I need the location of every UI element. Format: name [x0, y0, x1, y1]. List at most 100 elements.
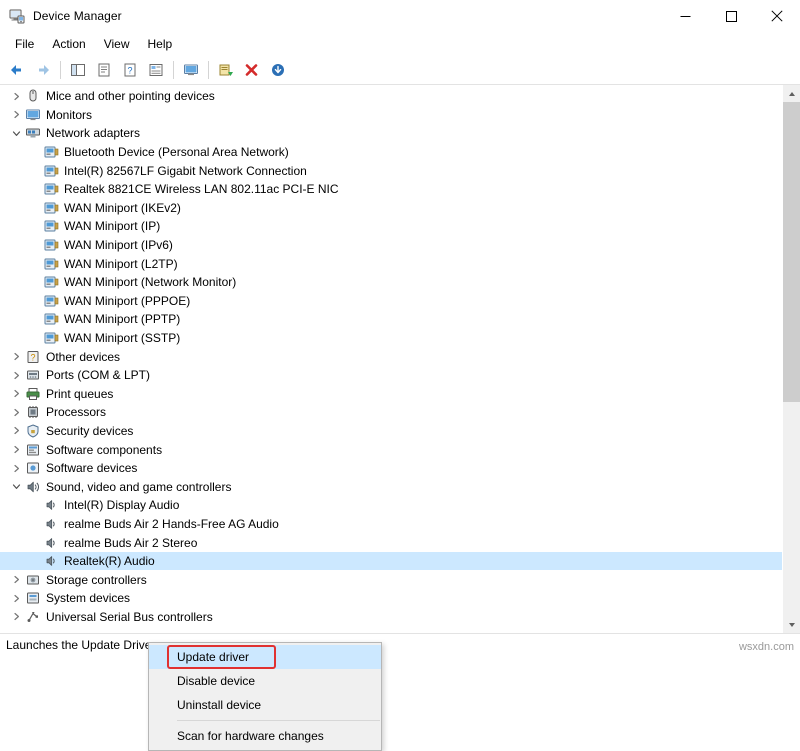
- show-hide-console-tree-button[interactable]: [66, 58, 90, 82]
- device-tree[interactable]: Mice and other pointing devices Monitors N…: [0, 85, 782, 633]
- properties-button[interactable]: [92, 58, 116, 82]
- tree-node-label: Intel(R) Display Audio: [64, 498, 179, 512]
- chevron-right-icon[interactable]: [8, 404, 24, 420]
- content-area: Mice and other pointing devices Monitors N…: [0, 85, 800, 633]
- minimize-button[interactable]: [662, 0, 708, 32]
- tree-node-intel-82567lf[interactable]: Intel(R) 82567LF Gigabit Network Connect…: [0, 161, 782, 180]
- forward-button[interactable]: [31, 58, 55, 82]
- close-button[interactable]: [754, 0, 800, 32]
- chevron-right-icon[interactable]: [8, 590, 24, 606]
- tree-node-label: WAN Miniport (SSTP): [64, 331, 180, 345]
- speaker-icon: [42, 553, 60, 569]
- back-button[interactable]: [5, 58, 29, 82]
- tree-node-wan-netmon[interactable]: WAN Miniport (Network Monitor): [0, 273, 782, 292]
- scroll-down-arrow[interactable]: [783, 616, 800, 633]
- context-menu-item-label: Update driver: [177, 650, 249, 664]
- menu-file[interactable]: File: [6, 34, 43, 54]
- context-menu-update-driver[interactable]: Update driver: [149, 645, 381, 669]
- chevron-right-icon[interactable]: [8, 349, 24, 365]
- tree-node-wan-ikev2[interactable]: WAN Miniport (IKEv2): [0, 199, 782, 218]
- maximize-button[interactable]: [708, 0, 754, 32]
- chevron-right-icon[interactable]: [8, 423, 24, 439]
- view-devices-button[interactable]: [144, 58, 168, 82]
- svg-text:?: ?: [127, 66, 132, 76]
- tree-node-software-devices[interactable]: Software devices: [0, 459, 782, 478]
- tree-node-label: realme Buds Air 2 Hands-Free AG Audio: [64, 517, 279, 531]
- context-menu-scan-hardware[interactable]: Scan for hardware changes: [149, 724, 381, 748]
- scrollbar-thumb[interactable]: [783, 102, 800, 402]
- chevron-right-icon[interactable]: [8, 88, 24, 104]
- tree-node-label: WAN Miniport (L2TP): [64, 257, 178, 271]
- tree-node-realme-stereo[interactable]: realme Buds Air 2 Stereo: [0, 533, 782, 552]
- tree-node-realtek-8821ce[interactable]: Realtek 8821CE Wireless LAN 802.11ac PCI…: [0, 180, 782, 199]
- tree-node-label: Processors: [46, 405, 106, 419]
- context-menu-disable-device[interactable]: Disable device: [149, 669, 381, 693]
- tree-node-label: Intel(R) 82567LF Gigabit Network Connect…: [64, 164, 307, 178]
- disable-device-button[interactable]: [266, 58, 290, 82]
- tree-node-wan-pptp[interactable]: WAN Miniport (PPTP): [0, 310, 782, 329]
- chevron-down-icon[interactable]: [8, 479, 24, 495]
- scroll-up-arrow[interactable]: [783, 85, 800, 102]
- chevron-right-icon[interactable]: [8, 386, 24, 402]
- tree-node-label: WAN Miniport (Network Monitor): [64, 275, 236, 289]
- vertical-scrollbar[interactable]: [782, 85, 800, 633]
- chevron-right-icon[interactable]: [8, 442, 24, 458]
- chevron-right-icon[interactable]: [8, 460, 24, 476]
- tree-node-wan-pppoe[interactable]: WAN Miniport (PPPOE): [0, 292, 782, 311]
- tree-node-wan-ipv6[interactable]: WAN Miniport (IPv6): [0, 236, 782, 255]
- scrollbar-track[interactable]: [783, 102, 800, 616]
- tree-node-storage-controllers[interactable]: Storage controllers: [0, 570, 782, 589]
- scan-hardware-button[interactable]: [179, 58, 203, 82]
- tree-node-network-adapters[interactable]: Network adapters: [0, 124, 782, 143]
- tree-node-label: Software components: [46, 443, 162, 457]
- tree-node-sound-video-game[interactable]: Sound, video and game controllers: [0, 477, 782, 496]
- chevron-right-icon[interactable]: [8, 367, 24, 383]
- tree-node-label: Monitors: [46, 108, 92, 122]
- tree-node-system-devices[interactable]: System devices: [0, 589, 782, 608]
- tree-node-software-components[interactable]: Software components: [0, 440, 782, 459]
- tree-node-label: Realtek 8821CE Wireless LAN 802.11ac PCI…: [64, 182, 339, 196]
- tree-node-other-devices[interactable]: ?Other devices: [0, 347, 782, 366]
- chevron-right-icon[interactable]: [8, 572, 24, 588]
- tree-node-intel-display-audio[interactable]: Intel(R) Display Audio: [0, 496, 782, 515]
- tree-node-security-devices[interactable]: Security devices: [0, 422, 782, 441]
- watermark: wsxdn.com: [739, 641, 794, 653]
- status-bar: Launches the Update Drive: [0, 633, 800, 656]
- menu-action[interactable]: Action: [43, 34, 94, 54]
- tree-node-processors[interactable]: Processors: [0, 403, 782, 422]
- tree-node-wan-sstp[interactable]: WAN Miniport (SSTP): [0, 329, 782, 348]
- tree-node-wan-ip[interactable]: WAN Miniport (IP): [0, 217, 782, 236]
- tree-node-label: WAN Miniport (IKEv2): [64, 201, 181, 215]
- context-menu-uninstall-device[interactable]: Uninstall device: [149, 693, 381, 717]
- tree-node-realme-handsfree[interactable]: realme Buds Air 2 Hands-Free AG Audio: [0, 515, 782, 534]
- tree-node-monitors[interactable]: Monitors: [0, 106, 782, 125]
- menu-view[interactable]: View: [95, 34, 139, 54]
- tree-node-label: Print queues: [46, 387, 113, 401]
- chevron-down-icon[interactable]: [8, 125, 24, 141]
- speaker-icon: [42, 516, 60, 532]
- chevron-none: [26, 200, 42, 216]
- tree-node-wan-l2tp[interactable]: WAN Miniport (L2TP): [0, 254, 782, 273]
- chevron-right-icon[interactable]: [8, 107, 24, 123]
- tree-node-label: Mice and other pointing devices: [46, 89, 215, 103]
- speaker-icon: [42, 535, 60, 551]
- network-adapter-icon: [42, 181, 60, 197]
- help-button[interactable]: ?: [118, 58, 142, 82]
- chevron-right-icon[interactable]: [8, 609, 24, 625]
- chevron-none: [26, 497, 42, 513]
- update-driver-button[interactable]: [214, 58, 238, 82]
- tree-node-print-queues[interactable]: Print queues: [0, 385, 782, 404]
- uninstall-device-button[interactable]: [240, 58, 264, 82]
- tree-node-realtek-audio[interactable]: Realtek(R) Audio: [0, 552, 782, 571]
- chevron-none: [26, 553, 42, 569]
- chevron-none: [26, 256, 42, 272]
- tree-node-mice[interactable]: Mice and other pointing devices: [0, 87, 782, 106]
- tree-node-ports[interactable]: Ports (COM & LPT): [0, 366, 782, 385]
- menu-help[interactable]: Help: [139, 34, 182, 54]
- monitor-icon: [24, 107, 42, 123]
- tree-node-label: Bluetooth Device (Personal Area Network): [64, 145, 289, 159]
- context-menu[interactable]: Update driver Disable deviceUninstall dev…: [148, 642, 382, 751]
- tree-node-bluetooth-pan[interactable]: Bluetooth Device (Personal Area Network): [0, 143, 782, 162]
- status-bar-text: Launches the Update Drive: [6, 638, 151, 652]
- tree-node-usb-controllers[interactable]: Universal Serial Bus controllers: [0, 608, 782, 627]
